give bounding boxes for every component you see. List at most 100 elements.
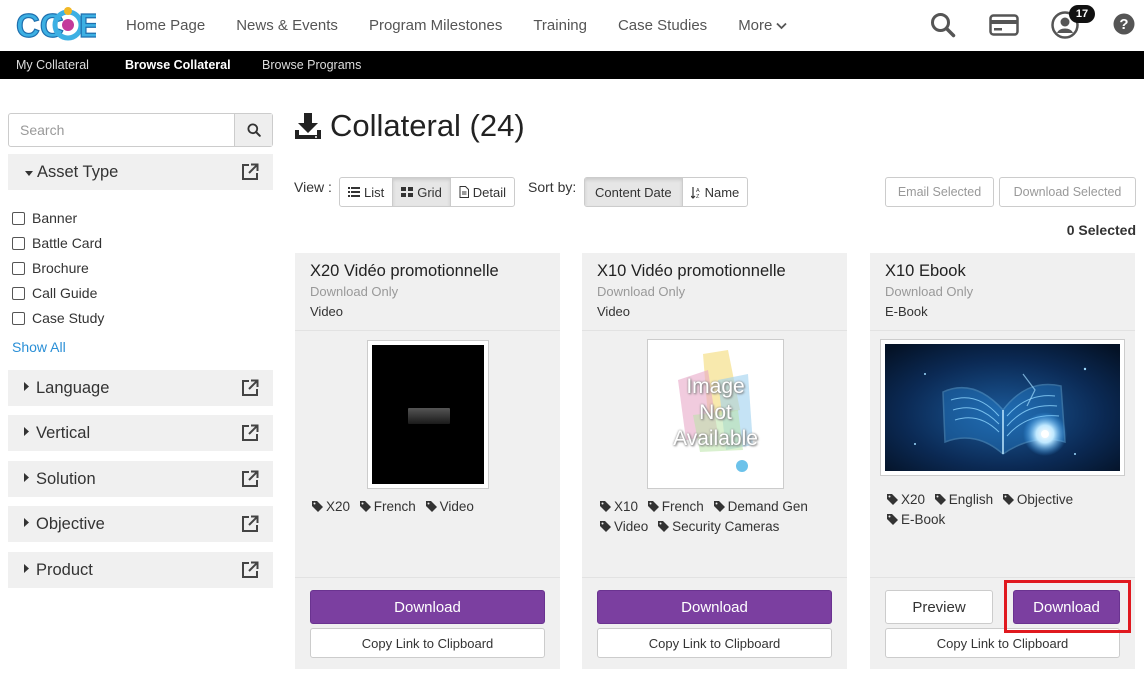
download-selected-button[interactable]: Download Selected	[999, 177, 1136, 207]
option-label: Battle Card	[32, 235, 103, 251]
nav-home-page[interactable]: Home Page	[126, 17, 205, 34]
external-link-icon[interactable]	[241, 561, 259, 579]
tag-icon	[1002, 494, 1014, 505]
tag[interactable]: Demand Gen	[713, 497, 808, 517]
search-input[interactable]	[9, 114, 234, 146]
asset-type-option-call-guide[interactable]: Call Guide	[12, 283, 97, 303]
facet-label: Asset Type	[37, 163, 119, 181]
tag[interactable]: Video	[425, 497, 474, 517]
selected-count: 0 Selected	[1066, 222, 1136, 238]
sidebar-search	[8, 113, 273, 147]
tag-label: French	[661, 499, 704, 514]
nav-training[interactable]: Training	[533, 17, 587, 34]
card-title[interactable]: X20 Vidéo promotionnelle	[310, 262, 499, 281]
search-icon	[247, 123, 261, 137]
card-title[interactable]: X10 Ebook	[885, 262, 966, 281]
view-detail-button[interactable]: Detail	[451, 178, 514, 206]
email-selected-button[interactable]: Email Selected	[885, 177, 994, 207]
copy-link-button[interactable]: Copy Link to Clipboard	[310, 628, 545, 658]
subnav-browse-collateral[interactable]: Browse Collateral	[125, 51, 231, 79]
notification-badge[interactable]: 17	[1069, 5, 1095, 23]
checkbox[interactable]	[12, 261, 25, 275]
subnav-browse-programs[interactable]: Browse Programs	[262, 51, 361, 79]
facet-product[interactable]: Product	[8, 552, 273, 588]
tag[interactable]: English	[934, 490, 994, 510]
sort-content-date-button[interactable]: Content Date	[585, 178, 683, 206]
tag-icon	[425, 501, 437, 512]
card-thumbnail[interactable]	[367, 340, 489, 489]
external-link-icon[interactable]	[241, 515, 259, 533]
asset-type-option-banner[interactable]: Banner	[12, 208, 77, 228]
facet-language[interactable]: Language	[8, 370, 273, 406]
tag[interactable]: X10	[600, 497, 638, 517]
tag-icon	[647, 501, 659, 512]
asset-type-option-battle-card[interactable]: Battle Card	[12, 233, 102, 253]
credit-card-icon[interactable]	[989, 14, 1019, 41]
facet-label: Objective	[36, 515, 105, 533]
preview-button[interactable]: Preview	[885, 590, 993, 624]
sort-alpha-icon: AZ	[690, 186, 700, 199]
tag[interactable]: X20	[312, 497, 350, 517]
tag[interactable]: French	[647, 497, 704, 517]
tag[interactable]: Security Cameras	[658, 517, 779, 537]
facet-objective[interactable]: Objective	[8, 506, 273, 542]
asset-type-option-brochure[interactable]: Brochure	[12, 258, 89, 278]
tag-label: English	[948, 492, 994, 507]
help-icon[interactable]: ?	[1113, 13, 1135, 40]
option-label: Call Guide	[32, 285, 98, 301]
download-button[interactable]: Download	[597, 590, 832, 624]
checkbox[interactable]	[12, 286, 25, 300]
tag-icon	[713, 501, 725, 512]
placeholder-text-line: Not	[699, 401, 732, 424]
placeholder-text-line: Available	[673, 427, 758, 450]
facet-vertical[interactable]: Vertical	[8, 415, 273, 451]
facet-asset-type[interactable]: Asset Type	[8, 154, 273, 190]
tag[interactable]: French	[359, 497, 416, 517]
page-title: Collateral (24)	[294, 104, 525, 148]
caret-right-icon	[24, 382, 29, 391]
card-thumbnail[interactable]	[880, 339, 1125, 476]
external-link-icon[interactable]	[241, 470, 259, 488]
external-link-icon[interactable]	[241, 379, 259, 397]
tag[interactable]: Video	[600, 517, 648, 537]
external-link-icon[interactable]	[241, 163, 259, 181]
checkbox[interactable]	[12, 236, 25, 250]
card-title[interactable]: X10 Vidéo promotionnelle	[597, 262, 786, 281]
sort-label: Sort by:	[528, 179, 577, 195]
download-button[interactable]: Download	[310, 590, 545, 624]
card-thumbnail[interactable]: Image Not Available	[647, 339, 784, 489]
nav-news-events[interactable]: News & Events	[236, 17, 338, 34]
nav-program-milestones[interactable]: Program Milestones	[369, 17, 502, 34]
view-grid-button[interactable]: Grid	[393, 178, 451, 206]
sort-name-button[interactable]: AZ Name	[683, 178, 748, 206]
tag[interactable]: E-Book	[887, 510, 945, 530]
nav-more-dropdown[interactable]: More	[738, 17, 788, 34]
tag-icon	[887, 514, 898, 525]
grid-icon	[401, 187, 414, 197]
ccoe-logo[interactable]: CC E	[15, 4, 101, 46]
checkbox[interactable]	[12, 211, 25, 225]
search-icon[interactable]	[930, 12, 956, 43]
list-icon	[348, 187, 360, 197]
asset-type-option-case-study[interactable]: Case Study	[12, 308, 104, 328]
nav-case-studies[interactable]: Case Studies	[618, 17, 707, 34]
external-link-icon[interactable]	[241, 424, 259, 442]
card-file-type: Video	[310, 304, 344, 319]
tag[interactable]: Objective	[1002, 490, 1074, 510]
checkbox[interactable]	[12, 311, 25, 325]
tag-icon	[658, 521, 670, 532]
view-list-button[interactable]: List	[340, 178, 394, 206]
copy-link-button[interactable]: Copy Link to Clipboard	[597, 628, 832, 658]
tag-label: Objective	[1016, 492, 1074, 507]
download-icon	[295, 113, 321, 139]
main-nav: Home Page News & Events Program Mileston…	[126, 0, 818, 51]
caret-right-icon	[24, 473, 29, 482]
card-file-type: E-Book	[885, 304, 928, 319]
subnav-my-collateral[interactable]: My Collateral	[16, 51, 89, 79]
tag-label: Video	[439, 499, 474, 514]
tag[interactable]: X20	[887, 490, 925, 510]
card-tags: X10 French Demand Gen Video Security Cam…	[600, 497, 845, 537]
search-button[interactable]	[234, 114, 272, 146]
facet-solution[interactable]: Solution	[8, 461, 273, 497]
show-all-link[interactable]: Show All	[12, 339, 66, 355]
